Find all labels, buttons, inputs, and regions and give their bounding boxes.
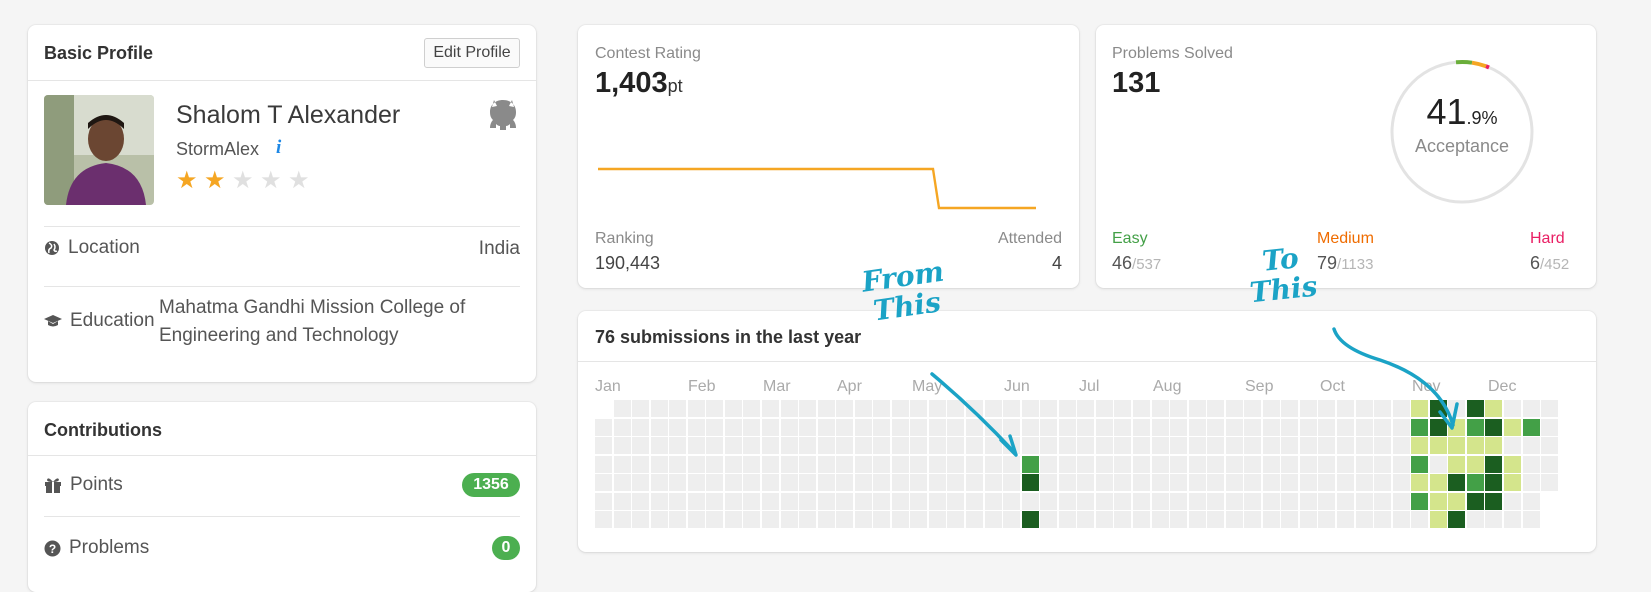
annotation-arrows <box>930 327 1459 457</box>
arrow-to-shaft <box>1332 327 1455 427</box>
